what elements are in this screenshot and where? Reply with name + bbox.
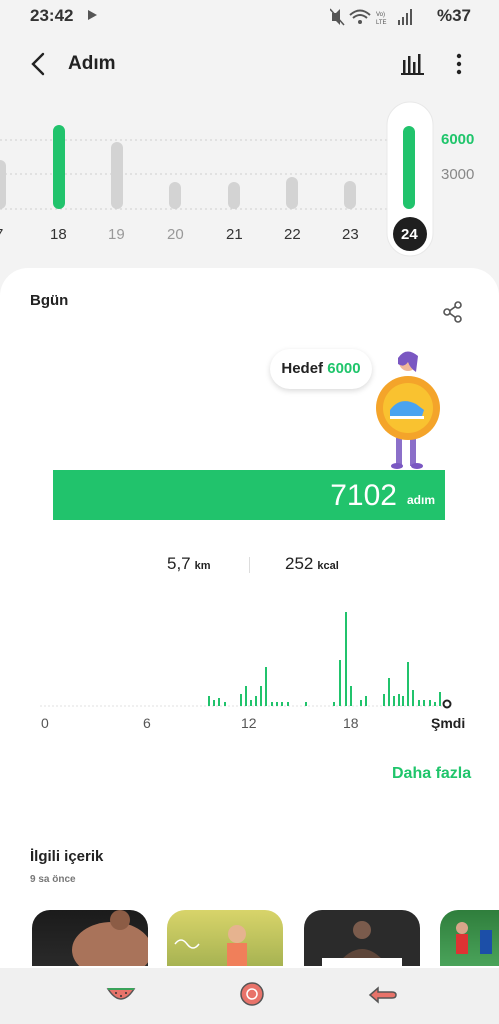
today-title: Bgün [30, 292, 69, 309]
status-bar: 23:42 Vo) LTE %37 [0, 0, 499, 32]
status-icons: Vo) LTE [330, 8, 412, 26]
day-label: 18 [50, 226, 67, 243]
bar-day-21 [228, 182, 240, 209]
circle-icon[interactable] [238, 980, 266, 1008]
related-thumbnail [72, 910, 148, 966]
related-item[interactable] [32, 910, 148, 966]
calories-unit: kcal [317, 560, 339, 572]
related-title: İlgili içerik [30, 848, 104, 865]
related-thumbnail [174, 925, 247, 966]
related-time: 9 sa önce [30, 874, 76, 885]
svg-text:LTE: LTE [376, 20, 387, 26]
bar-day-17 [0, 160, 6, 209]
stat-divider [249, 557, 250, 573]
now-marker [442, 699, 452, 709]
hour-label: 12 [241, 715, 257, 731]
steps-value: 7102 [330, 479, 397, 512]
distance-stat: 5,7 km [167, 554, 211, 574]
arrow-icon[interactable] [368, 984, 398, 1006]
goal-value: 6000 [327, 360, 361, 377]
day-label: 21 [226, 226, 243, 243]
svg-text:Vo): Vo) [376, 12, 385, 18]
day-label: 20 [167, 226, 184, 243]
day-label: 7 [0, 226, 3, 243]
goal-bubble: Hedef 6000 [270, 349, 372, 389]
ref-axis-label: 3000 [441, 166, 475, 183]
calories-value: 252 [285, 554, 314, 573]
day-label: 19 [108, 226, 125, 243]
hourly-bars [208, 612, 441, 706]
hour-label: 18 [343, 715, 359, 731]
steps-progress-bar: 7102 adım [53, 470, 445, 520]
day-label: 22 [284, 226, 301, 243]
share-icon[interactable] [442, 301, 464, 323]
selected-day-label[interactable]: 24 [401, 226, 418, 243]
hourly-steps-chart [40, 612, 452, 709]
bar-day-20 [169, 182, 181, 209]
related-item[interactable] [167, 910, 283, 966]
bar-day-18 [53, 125, 65, 209]
related-thumbnail [456, 922, 492, 954]
bar-day-23 [344, 181, 356, 209]
hour-label-now: Şmdi [431, 715, 466, 731]
goal-axis-label: 6000 [441, 131, 475, 148]
battery-percent: %37 [436, 6, 471, 25]
back-icon[interactable] [28, 52, 48, 76]
goal-character-illustration [376, 351, 440, 469]
hour-label: 6 [143, 715, 151, 731]
page-title: Adım [68, 53, 116, 74]
week-steps-chart[interactable]: 7 18 19 20 21 22 23 24 6000 3000 [0, 100, 499, 260]
bottom-nav [0, 968, 499, 1024]
steps-unit: adım [406, 493, 435, 507]
distance-unit: km [194, 560, 211, 572]
distance-value: 5,7 [167, 554, 191, 573]
bar-day-24 [403, 126, 415, 209]
related-item[interactable] [440, 910, 499, 966]
hour-label: 0 [41, 715, 49, 731]
status-time: 23:42 [30, 6, 74, 25]
play-icon [88, 10, 97, 20]
bar-chart-icon[interactable] [400, 52, 426, 76]
bar-day-19 [111, 142, 123, 209]
week-chart-svg [0, 101, 435, 257]
bar-day-22 [286, 177, 298, 209]
related-item[interactable] [304, 910, 420, 966]
watermelon-icon[interactable] [106, 983, 136, 1007]
calories-stat: 252 kcal [285, 554, 339, 574]
more-vertical-icon[interactable] [452, 52, 466, 76]
more-link[interactable]: Daha fazla [392, 765, 471, 783]
related-thumbnail [322, 921, 402, 966]
goal-prefix: Hedef [281, 360, 324, 377]
app-header: Adım [0, 40, 499, 88]
day-label: 23 [342, 226, 359, 243]
